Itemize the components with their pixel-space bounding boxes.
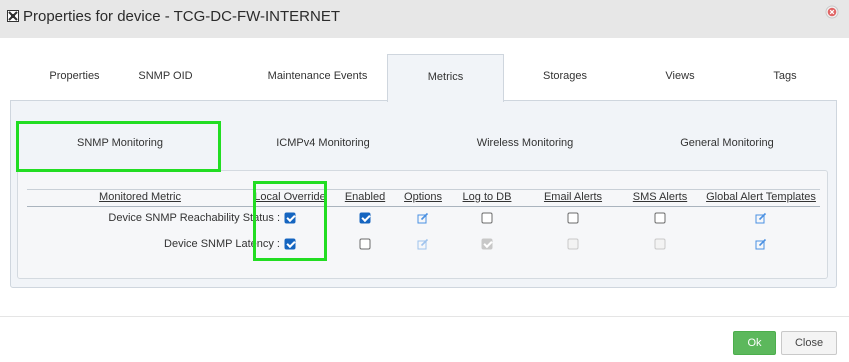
title-bar: Properties for device - TCG-DC-FW-INTERN… xyxy=(0,0,849,38)
col-email-alerts[interactable]: Email Alerts xyxy=(544,191,602,203)
edit-icon[interactable] xyxy=(417,212,429,224)
subtab-wireless-monitoring[interactable]: Wireless Monitoring xyxy=(477,137,574,149)
close-button[interactable]: Close xyxy=(781,331,837,355)
col-log-to-db[interactable]: Log to DB xyxy=(463,191,512,203)
edit-icon[interactable] xyxy=(755,238,767,250)
subtab-snmp-monitoring[interactable]: SNMP Monitoring xyxy=(77,137,163,149)
subtab-icmpv4-monitoring[interactable]: ICMPv4 Monitoring xyxy=(276,137,370,149)
tab-metrics[interactable]: Metrics xyxy=(387,54,504,102)
tab-views[interactable]: Views xyxy=(653,54,707,100)
ok-button[interactable]: Ok xyxy=(733,331,776,355)
checkbox-enabled-latency[interactable] xyxy=(359,238,371,250)
edit-icon[interactable] xyxy=(755,212,767,224)
close-circle-icon[interactable] xyxy=(825,5,839,19)
footer-divider xyxy=(0,316,849,317)
table-header-border xyxy=(27,206,820,207)
col-monitored-metric[interactable]: Monitored Metric xyxy=(99,191,181,203)
metric-label-reachability: Device SNMP Reachability Status : xyxy=(108,212,280,224)
checkbox-local-override-latency[interactable] xyxy=(284,238,296,250)
col-global-alert-templates[interactable]: Global Alert Templates xyxy=(706,191,816,203)
col-sms-alerts[interactable]: SMS Alerts xyxy=(633,191,687,203)
device-icon xyxy=(7,10,19,22)
tab-snmp-oid[interactable]: SNMP OID xyxy=(128,54,203,100)
checkbox-enabled-reachability[interactable] xyxy=(359,212,371,224)
edit-icon[interactable] xyxy=(417,238,429,250)
checkbox-sms-alerts-reachability[interactable] xyxy=(654,212,666,224)
checkbox-log-to-db-latency[interactable] xyxy=(481,238,493,250)
checkbox-sms-alerts-latency[interactable] xyxy=(654,238,666,250)
checkbox-local-override-reachability[interactable] xyxy=(284,212,296,224)
col-local-override[interactable]: Local Override xyxy=(254,191,326,203)
col-enabled[interactable]: Enabled xyxy=(345,191,385,203)
checkbox-log-to-db-reachability[interactable] xyxy=(481,212,493,224)
metrics-table-container xyxy=(17,170,828,279)
window-title: Properties for device - TCG-DC-FW-INTERN… xyxy=(23,8,340,25)
subtab-general-monitoring[interactable]: General Monitoring xyxy=(680,137,774,149)
col-options[interactable]: Options xyxy=(404,191,442,203)
tab-strip: Properties SNMP OID Maintenance Events M… xyxy=(10,54,837,102)
checkbox-email-alerts-latency[interactable] xyxy=(567,238,579,250)
tab-properties[interactable]: Properties xyxy=(33,54,116,100)
tab-maintenance-events[interactable]: Maintenance Events xyxy=(248,54,387,100)
tab-storages[interactable]: Storages xyxy=(524,54,606,100)
tab-tags[interactable]: Tags xyxy=(760,54,810,100)
metric-label-latency: Device SNMP Latency : xyxy=(164,238,280,250)
table-header-top-border xyxy=(27,189,820,190)
checkbox-email-alerts-reachability[interactable] xyxy=(567,212,579,224)
